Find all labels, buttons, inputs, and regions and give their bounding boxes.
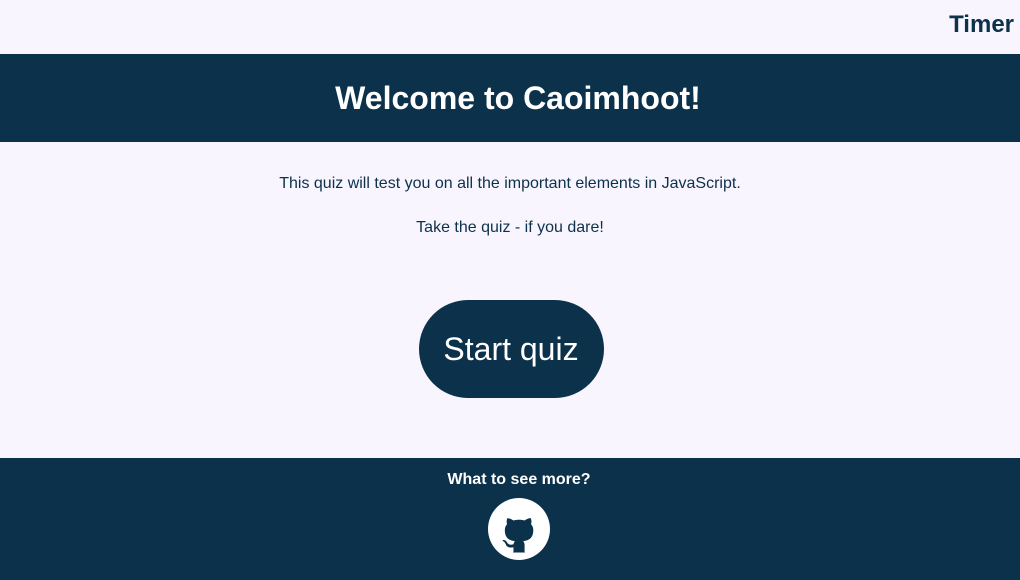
footer-prompt: What to see more? (447, 471, 591, 488)
intro-section: This quiz will test you on all the impor… (0, 174, 1020, 238)
intro-challenge: Take the quiz - if you dare! (416, 219, 604, 236)
page-title: Welcome to Caoimhoot! (335, 79, 701, 116)
page-header: Welcome to Caoimhoot! (0, 54, 1020, 142)
start-container: Start quiz (0, 300, 1020, 398)
github-icon (488, 498, 550, 560)
page-footer: What to see more? (0, 458, 1020, 580)
github-link[interactable] (488, 498, 550, 560)
timer-bar: Timer (0, 0, 1020, 54)
intro-description: This quiz will test you on all the impor… (279, 175, 741, 192)
start-quiz-button[interactable]: Start quiz (418, 300, 604, 398)
timer-label: Timer (949, 11, 1014, 38)
